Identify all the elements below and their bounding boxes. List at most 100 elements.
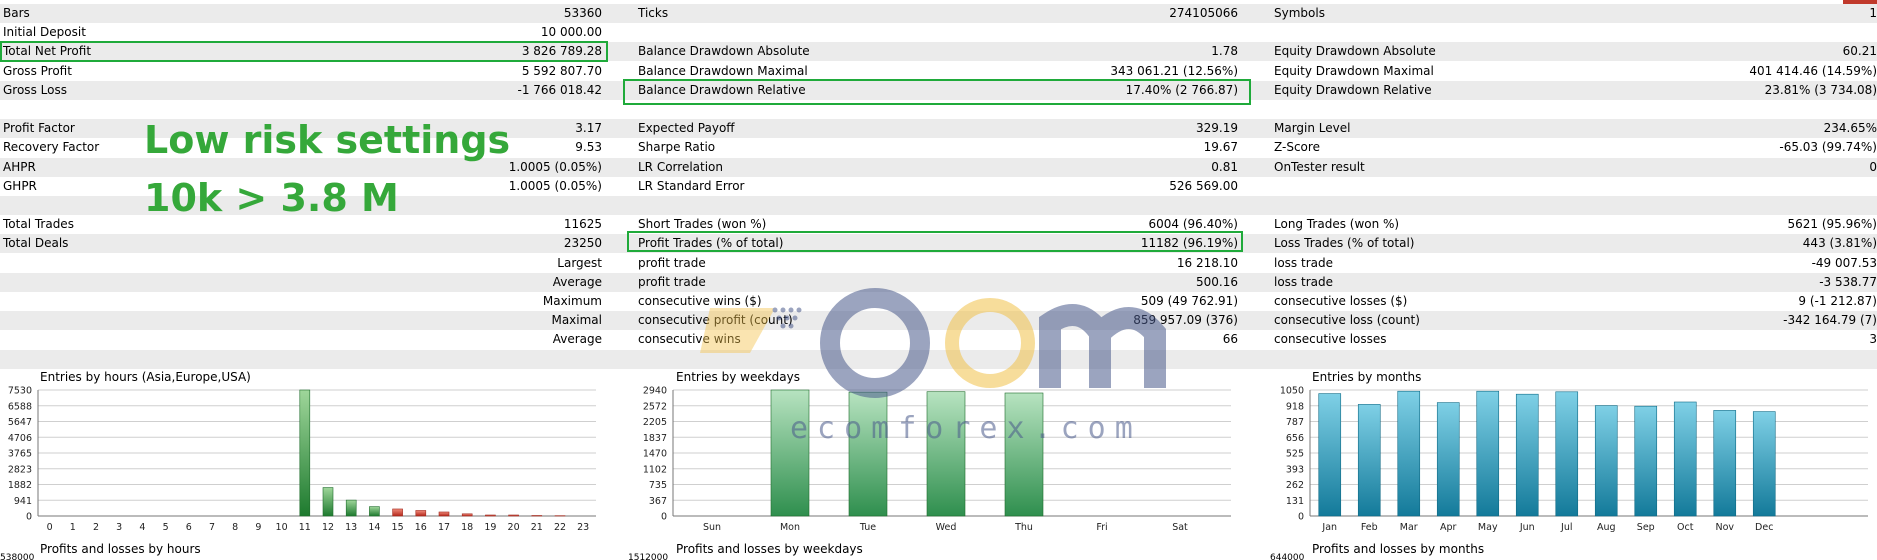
bottom-chart-tick-hours: 538000: [0, 553, 35, 560]
y-tick-label: 787: [1286, 417, 1304, 428]
stat-value: [1500, 23, 1877, 42]
bottom-chart-title-weekdays: Profits and losses by weekdays: [676, 542, 863, 556]
y-tick-label: 6588: [8, 401, 32, 412]
y-tick-label: 2940: [643, 386, 667, 397]
x-tick-label: Apr: [1440, 522, 1457, 533]
x-tick-label: 22: [554, 522, 566, 533]
bar-Jan: [1318, 393, 1342, 517]
x-tick-label: Feb: [1361, 522, 1378, 533]
watermark-text: ecomforex.com: [790, 411, 1142, 446]
stat-label: [638, 196, 958, 215]
x-tick-label: Oct: [1677, 522, 1694, 533]
y-tick-label: 262: [1286, 480, 1304, 491]
y-tick-label: 1102: [643, 464, 667, 475]
overlay-line-1: Low risk settings: [144, 118, 511, 162]
bar-12: [322, 487, 334, 517]
chart-entries-by-hours: Entries by hours (Asia,Europe,USA) 7530 6…: [0, 368, 600, 538]
stat-value: 443 (3.81%): [1802, 236, 1877, 251]
y-tick-label: 393: [1286, 464, 1304, 475]
x-tick-label: 3: [116, 522, 122, 533]
bar-13: [345, 499, 357, 517]
x-tick-label: 23: [577, 522, 589, 533]
x-tick-label: 5: [163, 522, 169, 533]
stat-value: [1500, 196, 1877, 215]
stat-label: [3, 292, 303, 311]
stat-value: [300, 350, 602, 369]
bar-Mar: [1397, 390, 1421, 517]
highlight-profit-trades: [627, 231, 1243, 252]
x-tick-label: 2: [93, 522, 99, 533]
stat-value: 23.81% (3 734.08): [1764, 82, 1877, 97]
y-tick-label: 1470: [643, 449, 667, 460]
x-tick-label: Mar: [1400, 522, 1418, 533]
stat-label: [3, 273, 303, 292]
bottom-chart-title-months: Profits and losses by months: [1312, 542, 1485, 556]
bar-Feb: [1357, 404, 1381, 517]
x-tick-label: 7: [209, 522, 215, 533]
stat-label: Gross Loss: [3, 82, 67, 97]
stat-label: profit trade: [638, 255, 706, 270]
chart-plot: 753065885647470637652823188294100 1 2 3 4 5 6 7…: [8, 386, 596, 533]
stat-value: 234.65%: [1823, 121, 1877, 136]
stat-value: -342 164.79 (7): [1783, 313, 1877, 328]
stat-value: 274105066: [1169, 6, 1238, 20]
x-tick-label: 20: [508, 522, 520, 533]
bar-Sep: [1634, 405, 1658, 517]
stat-label: Sharpe Ratio: [638, 140, 716, 155]
stat-label: [3, 330, 303, 349]
bottom-chart-title-hours: Profits and losses by hours: [40, 542, 201, 556]
chart-entries-by-months: Entries by months 1050 918 787 656 525 393 262…: [1272, 368, 1872, 538]
x-tick-label: Wed: [936, 522, 957, 533]
x-tick-label: Sat: [1172, 522, 1188, 533]
overlay-line-2: 10k > 3.8 M: [144, 176, 399, 220]
y-tick-label: 5647: [8, 417, 32, 428]
bar-11: [299, 389, 311, 517]
stat-value: 9 (-1 212.87): [1798, 294, 1877, 308]
stat-value: 0: [1869, 159, 1877, 174]
bar-Jul: [1555, 391, 1579, 517]
y-tick-label: 131: [1286, 496, 1304, 507]
stat-label: [3, 254, 303, 273]
stat-value: 5 592 807.70: [521, 63, 602, 78]
bar-Nov: [1713, 410, 1737, 517]
stat-label: Balance Drawdown Maximal: [638, 63, 808, 78]
bar-16: [415, 510, 427, 517]
stat-value: -1 766 018.42: [517, 82, 603, 97]
x-tick-label: 1: [70, 522, 76, 533]
x-tick-label: Tue: [859, 522, 876, 533]
bar-May: [1476, 390, 1500, 517]
stat-label: LR Correlation: [638, 159, 724, 174]
stat-label: LR Standard Error: [638, 178, 745, 193]
stat-label: [3, 311, 303, 330]
x-tick-label: 21: [531, 522, 543, 533]
x-tick-label: 15: [392, 522, 404, 533]
stat-value: 526 569.00: [1169, 178, 1238, 193]
x-tick-label: 17: [438, 522, 450, 533]
y-tick-label: 2205: [643, 417, 667, 428]
x-tick-label: 10: [276, 522, 288, 533]
stat-value: 53360: [563, 6, 602, 20]
y-tick-label: 2823: [8, 464, 32, 475]
x-tick-label: 19: [484, 522, 496, 533]
x-tick-label: Nov: [1715, 522, 1734, 533]
stat-group-label: Average: [552, 274, 602, 289]
stats-row: profit trade 16 218.10 loss trade -49 007.5…: [0, 254, 1877, 273]
stat-group-label: Maximum: [542, 294, 602, 308]
stat-value: -3 538.77: [1819, 274, 1877, 289]
stat-label: Total Deals: [3, 236, 69, 251]
x-tick-label: Thu: [1014, 522, 1033, 533]
x-tick-label: Jan: [1321, 522, 1337, 533]
stat-group-label: Maximal: [551, 313, 602, 328]
x-tick-label: Mon: [780, 522, 800, 533]
bar-19: [485, 514, 496, 517]
stat-label: [3, 350, 303, 369]
x-tick-label: Jul: [1560, 522, 1572, 533]
x-tick-label: May: [1478, 522, 1498, 533]
stat-label: Initial Deposit: [3, 25, 86, 40]
x-tick-label: Fri: [1096, 522, 1107, 533]
stat-value: 19.67: [1203, 140, 1238, 155]
stat-value: 329.19: [1196, 121, 1238, 136]
stat-value: 1: [1869, 6, 1877, 20]
stat-group-label: Largest: [557, 255, 602, 270]
stat-label: Expected Payoff: [638, 121, 735, 136]
